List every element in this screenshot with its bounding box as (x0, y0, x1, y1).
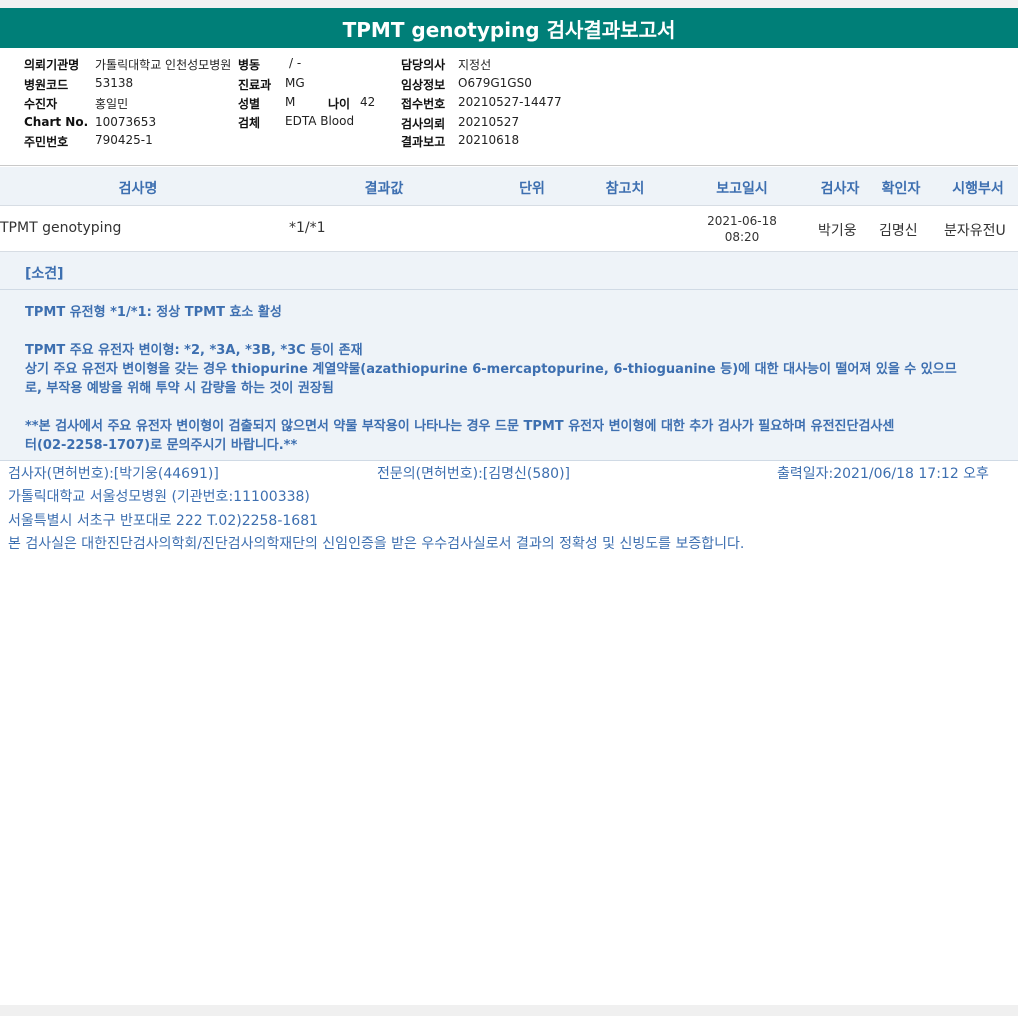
result-cell: *1/*1 (289, 220, 326, 236)
patient-label: 수진자 (24, 97, 58, 111)
opinion-section: [소견] TPMT 유전형 *1/*1: 정상 TPMT 효소 활성 TPMT … (0, 252, 1018, 460)
header-result: 결과값 (364, 181, 404, 197)
header-reference: 참고치 (605, 181, 645, 197)
report-date-value: 20210618 (458, 133, 520, 147)
clinical-info-label: 임상정보 (401, 78, 446, 92)
specimen-label: 검체 (238, 116, 261, 130)
header-report-date: 보고일시 (716, 181, 768, 197)
top-border (0, 0, 1018, 8)
header-tester: 검사자 (820, 181, 860, 197)
opinion-line-dose: 로, 부작용 예방을 위해 투약 시 감량을 하는 것이 권장됨 (25, 381, 334, 396)
doctor-label: 담당의사 (401, 58, 446, 72)
sex-value: M (285, 95, 296, 109)
report-time: 08:20 (724, 230, 760, 244)
footer-print-date: 출력일자:2021/06/18 17:12 오후 (777, 466, 989, 482)
age-label: 나이 (328, 97, 351, 111)
opinion-header: [소견] (25, 266, 64, 282)
info-divider (0, 165, 1018, 166)
receipt-no-label: 접수번호 (401, 97, 446, 111)
report-datetime-cell: 2021-06-18 08:20 (707, 213, 777, 245)
hospital-value: 가톨릭대학교 인천성모병원 (95, 58, 232, 72)
department-value: MG (285, 76, 305, 90)
hospital-label: 의뢰기관명 (24, 58, 80, 72)
opinion-line-genotype: TPMT 유전형 *1/*1: 정상 TPMT 효소 활성 (25, 305, 282, 320)
report-date-label: 결과보고 (401, 135, 446, 149)
header-test-name: 검사명 (118, 181, 158, 197)
hospital-code-label: 병원코드 (24, 78, 69, 92)
test-name-cell: TPMT genotyping (0, 220, 122, 236)
chart-no-label: Chart No. (24, 115, 89, 129)
footer-tester: 검사자(면허번호):[박기웅(44691)] (8, 466, 219, 482)
tester-cell: 박기웅 (818, 223, 857, 239)
footer-specialist: 전문의(면허번호):[김명신(580)] (377, 466, 571, 482)
opinion-line-variants: TPMT 주요 유전자 변이형: *2, *3A, *3B, *3C 등이 존재 (25, 343, 363, 358)
opinion-line-metabolism: 상기 주요 유전자 변이형을 갖는 경우 thiopurine 계열약물(aza… (25, 362, 957, 377)
report-date: 2021-06-18 (707, 214, 777, 228)
opinion-divider (0, 289, 1018, 290)
ward-value: / - (289, 56, 302, 70)
footer-address: 서울특별시 서초구 반포대로 222 T.02)2258-1681 (8, 513, 319, 529)
table-row: TPMT genotyping *1/*1 2021-06-18 08:20 박… (0, 206, 1018, 252)
header-confirmer: 확인자 (881, 181, 921, 197)
ward-label: 병동 (238, 58, 261, 72)
footer-certification: 본 검사실은 대한진단검사의학회/진단검사의학재단의 신임인증을 받은 우수검사… (8, 536, 745, 552)
request-date-label: 검사의뢰 (401, 117, 446, 131)
clinical-info-value: O679G1GS0 (458, 76, 532, 90)
chart-no-value: 10073653 (95, 115, 157, 129)
resident-no-label: 주민번호 (24, 135, 69, 149)
department-cell: 분자유전U (944, 223, 1006, 239)
confirmer-cell: 김명신 (879, 223, 918, 239)
patient-info-section: 의뢰기관명 가톨릭대학교 인천성모병원 병원코드 53138 수진자 홍일민 C… (0, 48, 1018, 166)
age-value: 42 (360, 95, 376, 109)
results-table-header: 검사명 결과값 단위 참고치 보고일시 검사자 확인자 시행부서 (0, 167, 1018, 206)
specimen-value: EDTA Blood (285, 114, 355, 128)
request-date-value: 20210527 (458, 115, 520, 129)
opinion-line-contact: 터(02-2258-1707)로 문의주시기 바랍니다.** (25, 438, 298, 453)
opinion-line-note: **본 검사에서 주요 유전자 변이형이 검출되지 않으면서 약물 부작용이 나… (25, 419, 895, 434)
patient-value: 홍일민 (95, 97, 129, 111)
opinion-bottom-divider (0, 460, 1018, 461)
hospital-code-value: 53138 (95, 76, 134, 90)
header-unit: 단위 (519, 181, 545, 197)
bottom-border (0, 1005, 1018, 1016)
header-department: 시행부서 (952, 181, 1004, 197)
doctor-value: 지정선 (458, 58, 492, 72)
department-label: 진료과 (238, 78, 272, 92)
sex-label: 성별 (238, 97, 261, 111)
footer-institution: 가톨릭대학교 서울성모병원 (기관번호:11100338) (8, 489, 310, 505)
report-title: TPMT genotyping 검사결과보고서 (0, 8, 1018, 48)
resident-no-value: 790425-1 (95, 133, 153, 147)
receipt-no-value: 20210527-14477 (458, 95, 562, 109)
